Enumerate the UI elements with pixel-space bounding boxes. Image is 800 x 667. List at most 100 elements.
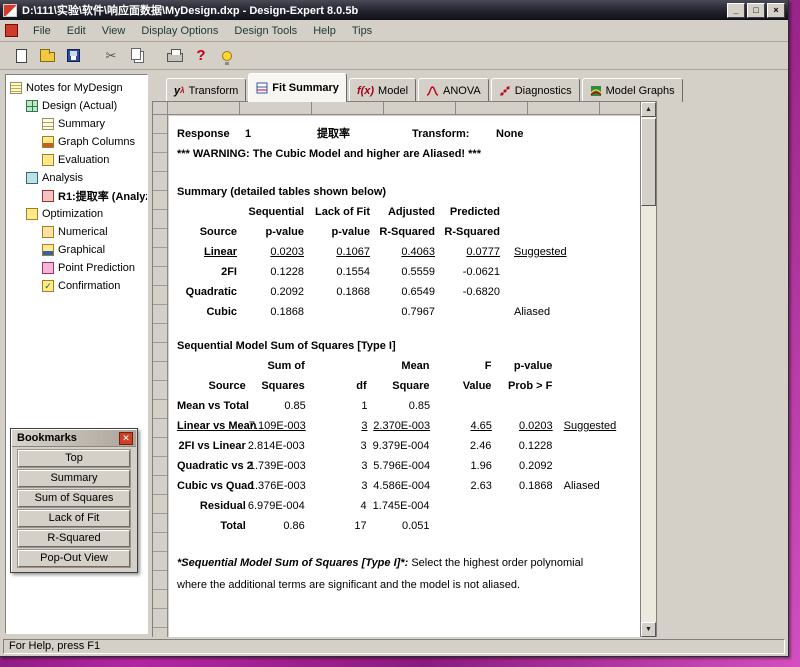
response-line: Response 1 提取率 Transform: None [177,124,641,144]
tree-item[interactable]: Confirmation [6,277,147,295]
sequential-table-title: Sequential Model Sum of Squares [Type I] [177,340,396,352]
menu-item[interactable]: Display Options [133,22,226,40]
bookmark-button[interactable]: Top [18,450,130,467]
bookmarks-title-bar[interactable]: Bookmarks ✕ [12,430,136,447]
tree-item[interactable]: Analysis [6,169,147,187]
tree-item[interactable]: Graph Columns [6,133,147,151]
table-header-row: Sum of Mean Fp-value [267,360,553,372]
aliased-warning: *** WARNING: The Cubic Model and higher … [177,148,481,160]
menu-item[interactable]: Design Tools [226,22,305,40]
model-graphs-icon [590,85,602,97]
fit-summary-icon [256,82,268,94]
tree-item[interactable]: Summary [6,115,147,133]
report-footnote: *Sequential Model Sum of Squares [Type I… [177,552,592,596]
numerical-icon [42,226,54,238]
diagnostics-icon [499,85,511,97]
table-row: Linear 0.0203 0.1067 0.4063 0.0777 Suggested [203,246,567,258]
open-button[interactable] [34,44,60,67]
sequential-table: Mean vs Total 0.85 1 0.85 Linear vs Mean 7.1… [177,396,641,536]
scroll-down-arrow-icon[interactable]: ▼ [641,622,656,637]
menu-item[interactable]: View [94,22,134,40]
tree-item[interactable]: Notes for MyDesign [6,79,147,97]
tree-item[interactable]: Graphical [6,241,147,259]
graph-columns-icon [42,136,54,148]
scrollbar-thumb[interactable] [641,118,656,206]
table-row: 2FI 0.1228 0.1554 0.5559 -0.0621 [221,266,500,278]
print-icon [167,49,183,62]
bookmark-button[interactable]: R-Squared [18,530,130,547]
status-text: For Help, press F1 [3,639,785,654]
minimize-button[interactable]: _ [727,2,745,18]
menu-item[interactable]: Help [305,22,344,40]
grid-column-headers [168,102,641,115]
table-row: Mean vs Total 0.85 1 0.85 [177,400,431,412]
tree-item[interactable]: Design (Actual) [6,97,147,115]
fit-summary-report: Response 1 提取率 Transform: None *** WARNI… [169,116,641,637]
transform-label: Transform: [412,128,470,140]
menu-item[interactable]: Tips [344,22,380,40]
tree-item[interactable]: Evaluation [6,151,147,169]
menu-item[interactable]: File [25,22,59,40]
maximize-button[interactable]: □ [747,2,765,18]
tab-fit-summary[interactable]: Fit Summary [248,73,347,102]
bookmark-button[interactable]: Summary [18,470,130,487]
tab-anova[interactable]: ANOVA [418,78,489,102]
bookmarks-palette: Bookmarks ✕ Top Summary Sum of Squares Lack… [10,428,138,573]
cut-scissors-icon: ✂ [105,47,117,63]
menu-item[interactable]: Edit [59,22,94,40]
bookmarks-title: Bookmarks [17,432,77,444]
table-row: Quadratic 0.2092 0.1868 0.6549 -0.6820 [185,286,500,298]
summary-table-title: Summary (detailed tables shown below) [177,186,387,198]
table-row: 2FI vs Linear 2.814E-003 3 9.379E-004 2.46 0.… [178,440,553,452]
open-folder-icon [39,49,55,62]
table-row: Residual 6.979E-004 4 1.745E-004 [199,500,430,512]
response-label: Response [177,128,230,140]
bookmark-button[interactable]: Lack of Fit [18,510,130,527]
design-icon [26,100,38,112]
table-header-row: Source Squares df Square Value Prob > F [208,380,553,392]
copy-button[interactable] [124,44,150,67]
confirmation-icon [42,280,54,292]
tips-button[interactable] [214,44,240,67]
analysis-tab-bar: yλ Transform Fit Summary f(x) Model ANOV… [152,72,683,102]
tree-item[interactable]: R1:提取率 (Analyz [6,187,147,205]
anova-icon [426,85,439,97]
summary-icon [42,118,54,130]
response-name: 提取率 [317,128,350,140]
tree-item[interactable]: Numerical [6,223,147,241]
evaluation-icon [42,154,54,166]
tree-item[interactable]: Point Prediction [6,259,147,277]
save-button[interactable] [60,44,86,67]
cut-button[interactable]: ✂ [98,44,124,67]
bookmark-button[interactable]: Pop-Out View [18,550,130,567]
tab-diagnostics[interactable]: Diagnostics [490,78,580,102]
optimization-icon [26,208,38,220]
grid-corner [153,102,168,115]
scroll-up-arrow-icon[interactable]: ▲ [641,102,656,117]
title-bar: D:\111\实验\软件\响应面数据\MyDesign.dxp - Design… [0,0,788,20]
graphical-icon [42,244,54,256]
table-row: Total 0.86 17 0.051 [220,520,430,532]
bookmark-button[interactable]: Sum of Squares [18,490,130,507]
menu-bar: File Edit View Display Options Design Tools H… [0,20,788,42]
response-icon [42,190,54,202]
point-prediction-icon [42,262,54,274]
summary-table: Linear 0.0203 0.1067 0.4063 0.0777 Suggested … [177,242,641,322]
print-button[interactable] [162,44,188,67]
close-button[interactable]: × [767,2,785,18]
new-document-button[interactable] [8,44,34,67]
tab-model-graphs[interactable]: Model Graphs [581,78,683,102]
help-button[interactable]: ? [188,44,214,67]
bookmarks-close-icon[interactable]: ✕ [119,431,133,445]
response-number: 1 [245,128,252,140]
table-header-row: Sequential Lack of Fit Adjusted Predicted [248,206,500,218]
table-row: Cubic vs Quad 1.376E-003 3 4.586E-004 2.63 0.… [177,480,600,492]
tab-transform[interactable]: yλ Transform [166,78,247,102]
tab-model[interactable]: f(x) Model [348,78,417,102]
new-document-icon [15,48,27,63]
window-title: D:\111\实验\软件\响应面数据\MyDesign.dxp - Design… [22,5,359,17]
tree-item[interactable]: Optimization [6,205,147,223]
vertical-scrollbar[interactable]: ▲ ▼ [640,102,656,637]
toolbar: ✂ ? [0,42,788,70]
table-row: Quadratic vs 2 1.739E-003 3 5.796E-004 1.96 0… [177,460,553,472]
